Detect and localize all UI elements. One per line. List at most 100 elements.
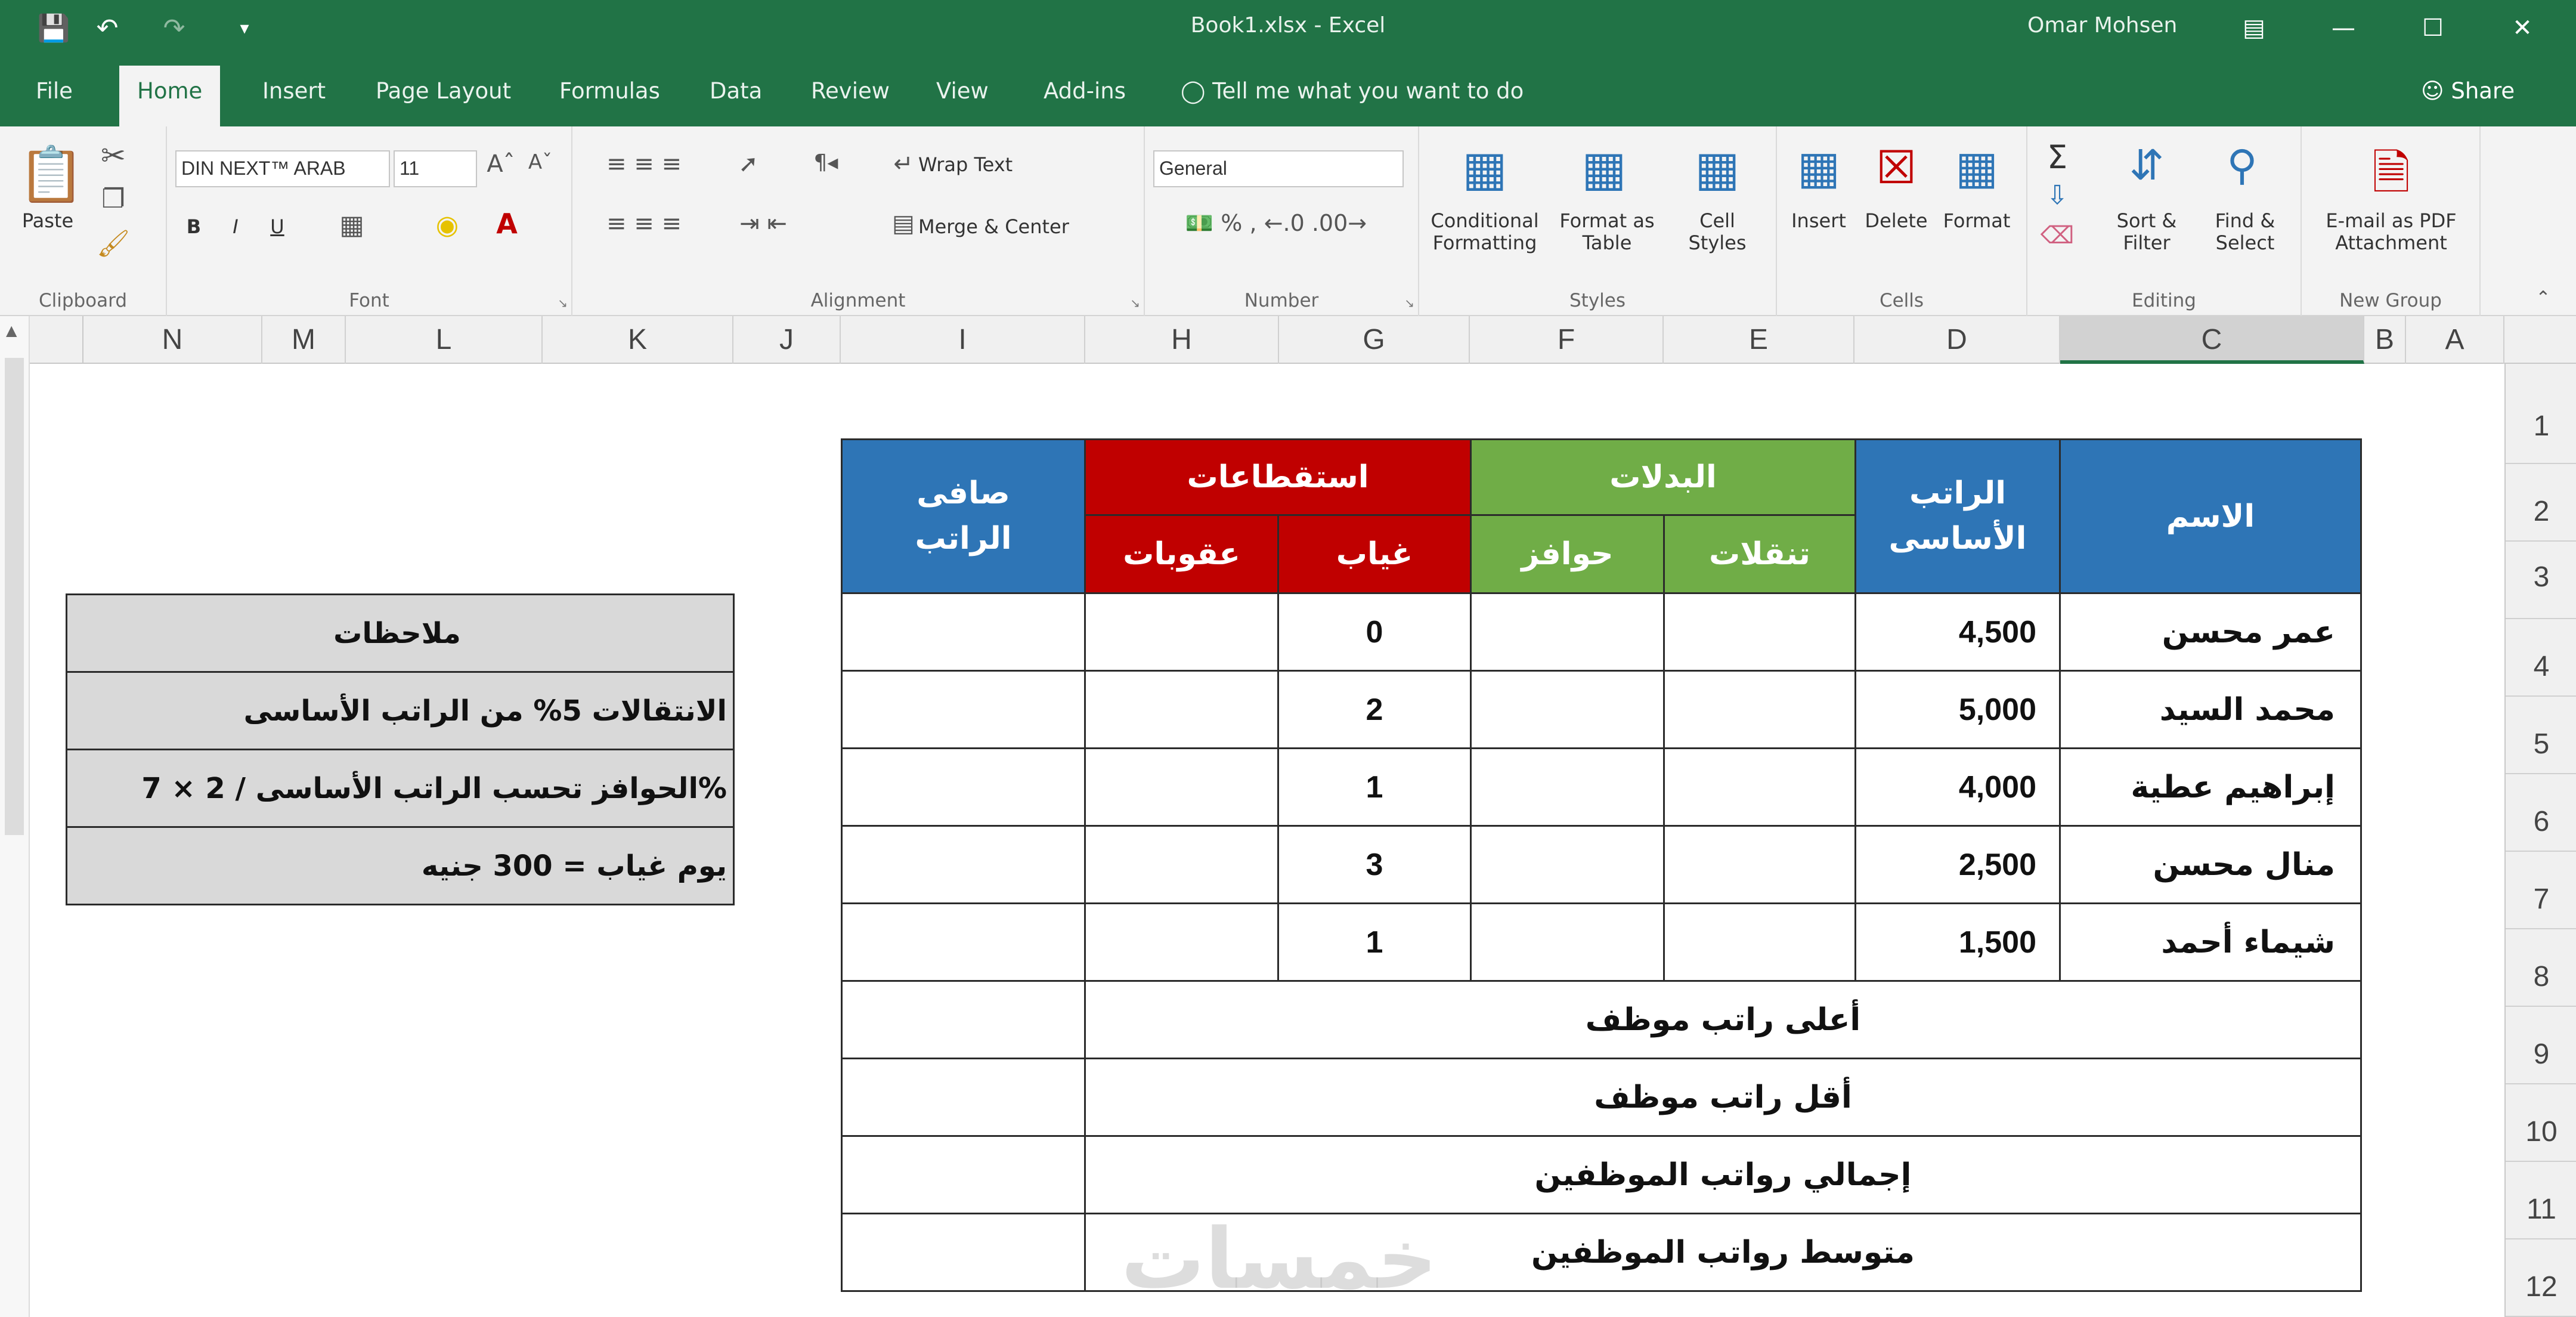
redo-icon[interactable]: ↷ xyxy=(156,11,192,47)
penalties-cell[interactable] xyxy=(1084,670,1279,749)
number-dialog-launcher-icon[interactable]: ↘ xyxy=(1404,296,1414,310)
column-header-d[interactable]: D xyxy=(1854,316,2060,364)
ribbon-display-options-icon[interactable]: ▤ xyxy=(2230,8,2278,48)
summary-label-total-salaries[interactable]: إجمالي رواتب الموظفين xyxy=(1084,1135,2362,1214)
header-net-salary[interactable]: صافى الراتب xyxy=(841,438,1086,594)
cut-icon[interactable]: ✂ xyxy=(95,138,131,173)
column-header-b[interactable]: B xyxy=(2364,316,2406,364)
number-format-select[interactable]: General xyxy=(1153,150,1404,187)
scroll-thumb[interactable] xyxy=(5,358,24,835)
undo-icon[interactable]: ↶ xyxy=(89,11,125,47)
find-select-button[interactable]: Find & Select xyxy=(2200,210,2290,254)
header-transport[interactable]: تنقلات xyxy=(1663,514,1856,594)
increase-font-icon[interactable]: Aˆ xyxy=(483,150,519,178)
vertical-align-icons[interactable]: ≡ ≡ ≡ xyxy=(584,150,704,178)
basic-salary-cell[interactable]: 2,500 xyxy=(1854,825,2061,904)
vertical-scrollbar[interactable]: ▲ xyxy=(0,316,30,1317)
summary-label-max-salary[interactable]: أعلى راتب موظف xyxy=(1084,980,2362,1059)
column-header-h[interactable]: H xyxy=(1085,316,1279,364)
incentives-cell[interactable] xyxy=(1470,592,1665,672)
note-incentives-rule[interactable]: الحوافز تحسب الراتب الأساسى / 2 × 7% xyxy=(66,749,735,828)
email-pdf-button[interactable]: E-mail as PDF Attachment xyxy=(2302,210,2481,254)
row-header[interactable]: 12 xyxy=(2506,1239,2576,1317)
horizontal-align-icons[interactable]: ≡ ≡ ≡ xyxy=(584,210,704,237)
copy-icon[interactable]: ❐ xyxy=(95,184,131,214)
row-header[interactable]: 11 xyxy=(2506,1162,2576,1239)
absence-cell[interactable]: 0 xyxy=(1277,592,1472,672)
format-painter-icon[interactable]: 🖌 xyxy=(95,228,131,259)
net-salary-cell[interactable] xyxy=(841,902,1086,982)
column-header-m[interactable]: M xyxy=(262,316,346,364)
column-header-f[interactable]: F xyxy=(1470,316,1664,364)
summary-value-cell[interactable] xyxy=(841,1213,1086,1292)
minimize-icon[interactable]: — xyxy=(2320,8,2367,48)
row-header[interactable]: 2 xyxy=(2506,464,2576,542)
collapse-ribbon-icon[interactable]: ⌃ xyxy=(2528,287,2558,308)
employee-name-cell[interactable]: شيماء أحمد xyxy=(2059,902,2362,982)
absence-cell[interactable]: 2 xyxy=(1277,670,1472,749)
format-as-table-button[interactable]: Format as Table xyxy=(1550,210,1664,254)
row-header[interactable]: 6 xyxy=(2506,774,2576,852)
employee-name-cell[interactable]: عمر محسن xyxy=(2059,592,2362,672)
note-absence-rule[interactable]: يوم غياب = 300 جنيه xyxy=(66,826,735,905)
row-header[interactable]: 10 xyxy=(2506,1084,2576,1162)
column-header-l[interactable]: L xyxy=(346,316,543,364)
basic-salary-cell[interactable]: 4,000 xyxy=(1854,747,2061,827)
rtl-direction-icon[interactable]: ¶◂ xyxy=(799,150,853,175)
underline-button[interactable]: U xyxy=(262,216,292,238)
scroll-up-icon[interactable]: ▲ xyxy=(6,322,24,339)
column-header-c[interactable]: C xyxy=(2060,316,2364,364)
transport-cell[interactable] xyxy=(1663,592,1856,672)
fill-icon[interactable]: ⇩ xyxy=(2039,180,2075,211)
orientation-icon[interactable]: ➚ xyxy=(722,150,775,178)
header-name[interactable]: الاسم xyxy=(2059,438,2362,594)
incentives-cell[interactable] xyxy=(1470,902,1665,982)
indent-icons[interactable]: ⇥ ⇤ xyxy=(722,210,805,237)
save-icon[interactable]: 💾 xyxy=(36,11,72,47)
basic-salary-cell[interactable]: 1,500 xyxy=(1854,902,2061,982)
row-header[interactable]: 3 xyxy=(2506,542,2576,619)
customize-qat-icon[interactable]: ▾ xyxy=(227,11,262,47)
employee-name-cell[interactable]: منال محسن xyxy=(2059,825,2362,904)
penalties-cell[interactable] xyxy=(1084,747,1279,827)
absence-cell[interactable]: 1 xyxy=(1277,902,1472,982)
transport-cell[interactable] xyxy=(1663,670,1856,749)
header-allowances[interactable]: البدلات xyxy=(1470,438,1856,516)
paste-button[interactable]: Paste xyxy=(12,210,83,232)
note-transport-rule[interactable]: الانتقالات 5% من الراتب الأساسى xyxy=(66,671,735,750)
tab-formulas[interactable]: Formulas xyxy=(541,70,678,126)
fill-color-icon[interactable]: ◉ xyxy=(429,210,465,240)
tab-add-ins[interactable]: Add-ins xyxy=(1026,70,1144,126)
number-format-icons[interactable]: 💵 % , ←.0 .00→ xyxy=(1157,210,1395,237)
column-header-g[interactable]: G xyxy=(1279,316,1470,364)
merge-center-button[interactable]: Merge & Center xyxy=(918,216,1069,238)
transport-cell[interactable] xyxy=(1663,902,1856,982)
maximize-icon[interactable]: ☐ xyxy=(2409,8,2457,48)
employee-name-cell[interactable]: محمد السيد xyxy=(2059,670,2362,749)
delete-cells-button[interactable]: Delete xyxy=(1860,210,1932,232)
incentives-cell[interactable] xyxy=(1470,670,1665,749)
cell-styles-button[interactable]: Cell Styles xyxy=(1670,210,1765,254)
tab-insert[interactable]: Insert xyxy=(244,70,343,126)
absence-cell[interactable]: 3 xyxy=(1277,825,1472,904)
row-header[interactable]: 4 xyxy=(2506,619,2576,697)
decrease-font-icon[interactable]: Aˇ xyxy=(522,150,558,174)
column-header-n[interactable]: N xyxy=(83,316,262,364)
share-button[interactable]: ☺ Share xyxy=(2421,70,2515,112)
wrap-text-button[interactable]: Wrap Text xyxy=(918,154,1013,176)
tab-file[interactable]: File xyxy=(18,70,91,126)
summary-value-cell[interactable] xyxy=(841,980,1086,1059)
summary-label-min-salary[interactable]: أقل راتب موظف xyxy=(1084,1058,2362,1137)
column-header-e[interactable]: E xyxy=(1664,316,1854,364)
row-header[interactable]: 7 xyxy=(2506,852,2576,929)
header-deductions[interactable]: استقطاعات xyxy=(1084,438,1472,516)
row-header[interactable]: 5 xyxy=(2506,697,2576,774)
font-name-select[interactable]: DIN NEXT™ ARAB xyxy=(175,150,390,187)
font-color-icon[interactable]: A xyxy=(489,208,525,240)
tell-me-search[interactable]: ◯ Tell me what you want to do xyxy=(1181,70,1524,112)
column-header-a[interactable]: A xyxy=(2406,316,2504,364)
user-name[interactable]: Omar Mohsen xyxy=(2027,13,2177,38)
summary-value-cell[interactable] xyxy=(841,1135,1086,1214)
incentives-cell[interactable] xyxy=(1470,825,1665,904)
column-header-k[interactable]: K xyxy=(543,316,733,364)
